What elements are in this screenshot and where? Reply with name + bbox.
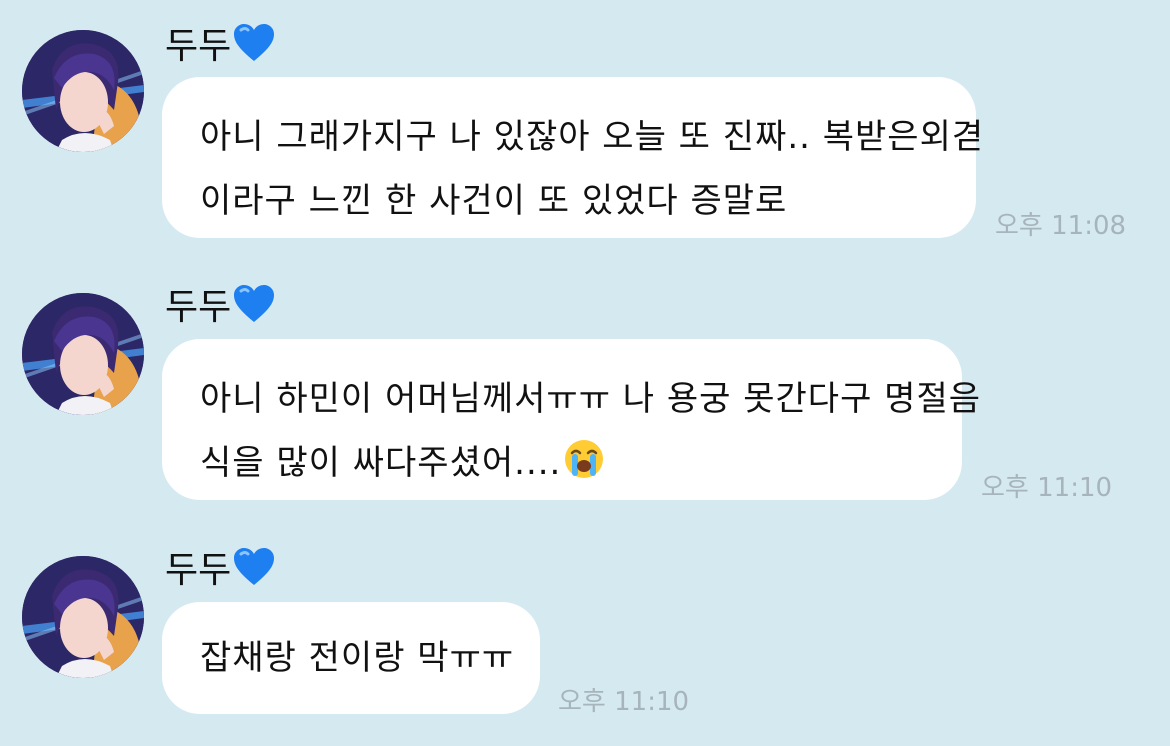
sender-label: 두두 [165,25,232,67]
blue-heart-icon [233,24,275,69]
avatar[interactable] [22,30,144,152]
sender-label: 두두 [165,286,232,328]
message-bubble[interactable]: 아니 그래가지구 나 있잖아 오늘 또 진짜.. 복받은외겯 이라구 느낀 한 … [162,77,985,238]
loudly-crying-face-emoji [563,437,605,501]
message-text-fragment: 식을 많이 싸다주셨어.... [200,443,562,483]
message-text-line: 아니 하민이 어머님께서ㅠㅠ 나 용궁 못간다구 명절음 [200,379,982,419]
sender-name: 두두 [165,548,275,593]
avatar[interactable] [22,556,144,678]
message-text-line: 잡채랑 전이랑 막ㅠㅠ [200,638,515,678]
timestamp: 오후 11:10 [558,687,690,717]
sender-name: 두두 [165,24,275,69]
blue-heart-icon [233,548,275,593]
avatar[interactable] [22,293,144,415]
message-bubble[interactable]: 아니 하민이 어머님께서ㅠㅠ 나 용궁 못간다구 명절음 식을 많이 싸다주셨어… [162,339,982,501]
message-text-line: 식을 많이 싸다주셨어.... [200,431,926,501]
sender-label: 두두 [165,549,232,591]
timestamp: 오후 11:08 [995,211,1127,241]
message-text-line: 아니 그래가지구 나 있잖아 오늘 또 진짜.. 복받은외겯 [200,117,985,157]
message-bubble[interactable]: 잡채랑 전이랑 막ㅠㅠ [162,602,540,714]
sender-name: 두두 [165,285,275,330]
timestamp: 오후 11:10 [981,473,1113,503]
message-text-line: 이라구 느낀 한 사건이 또 있었다 증말로 [200,181,788,221]
blue-heart-icon [233,285,275,330]
